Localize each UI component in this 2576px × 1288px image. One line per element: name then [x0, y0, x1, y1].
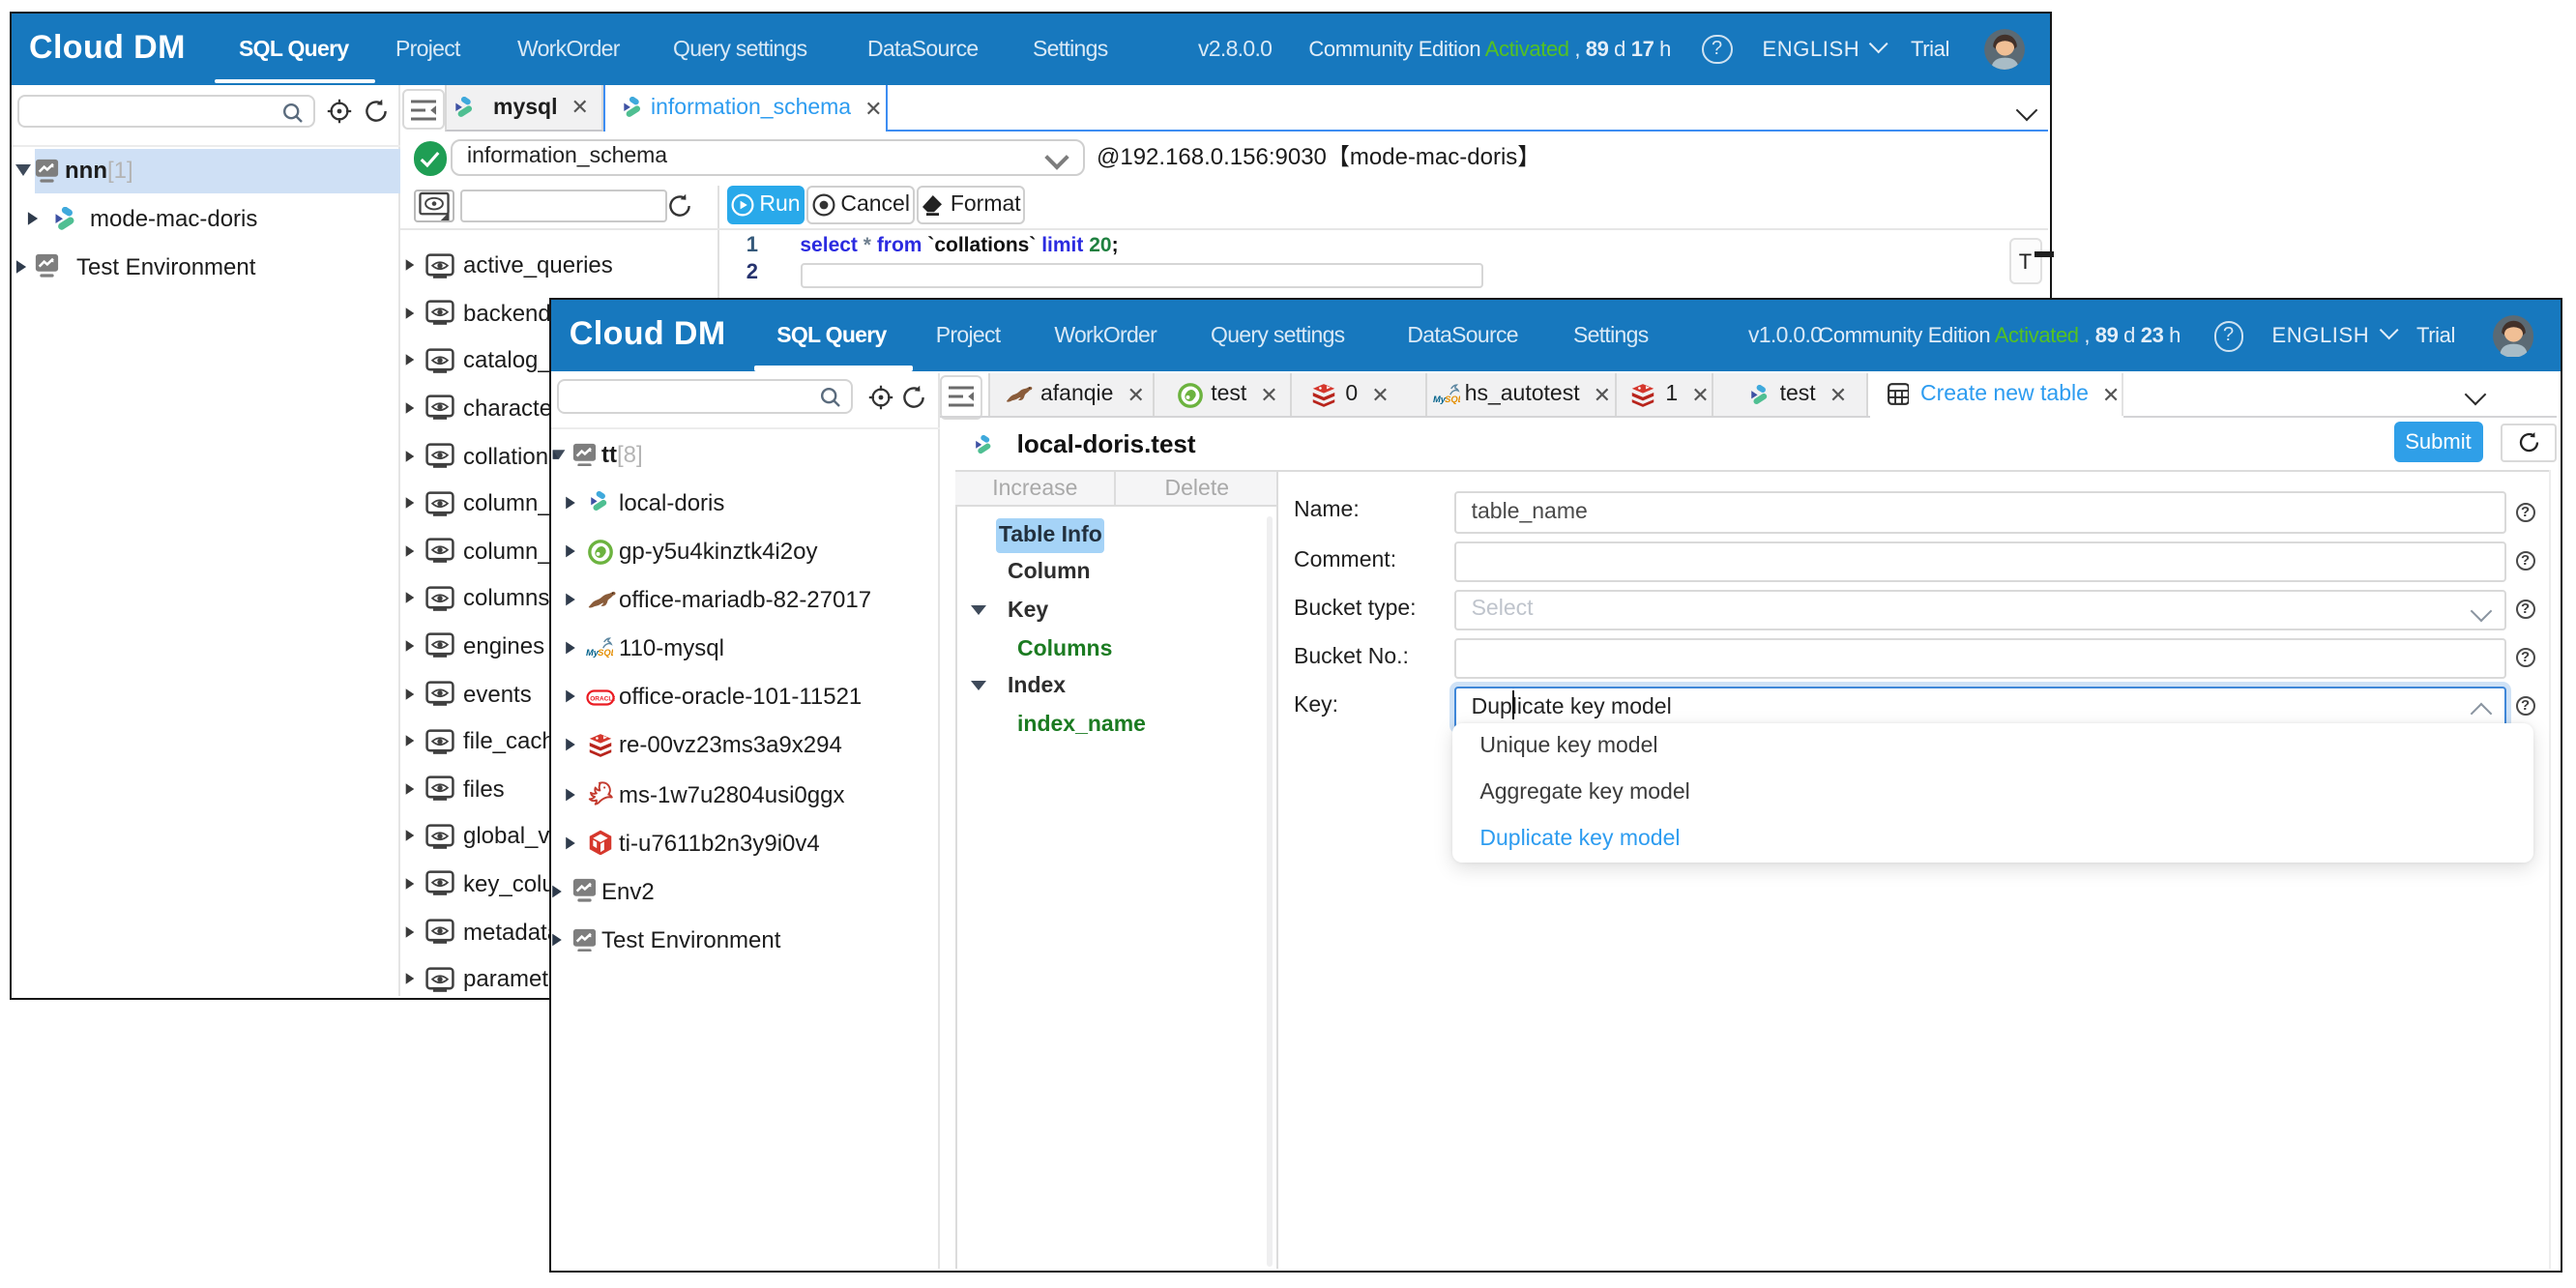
svg-text:SQL: SQL [598, 647, 613, 657]
svg-text:SQL: SQL [1446, 395, 1461, 405]
svg-text:ORACLE: ORACLE [591, 695, 616, 702]
